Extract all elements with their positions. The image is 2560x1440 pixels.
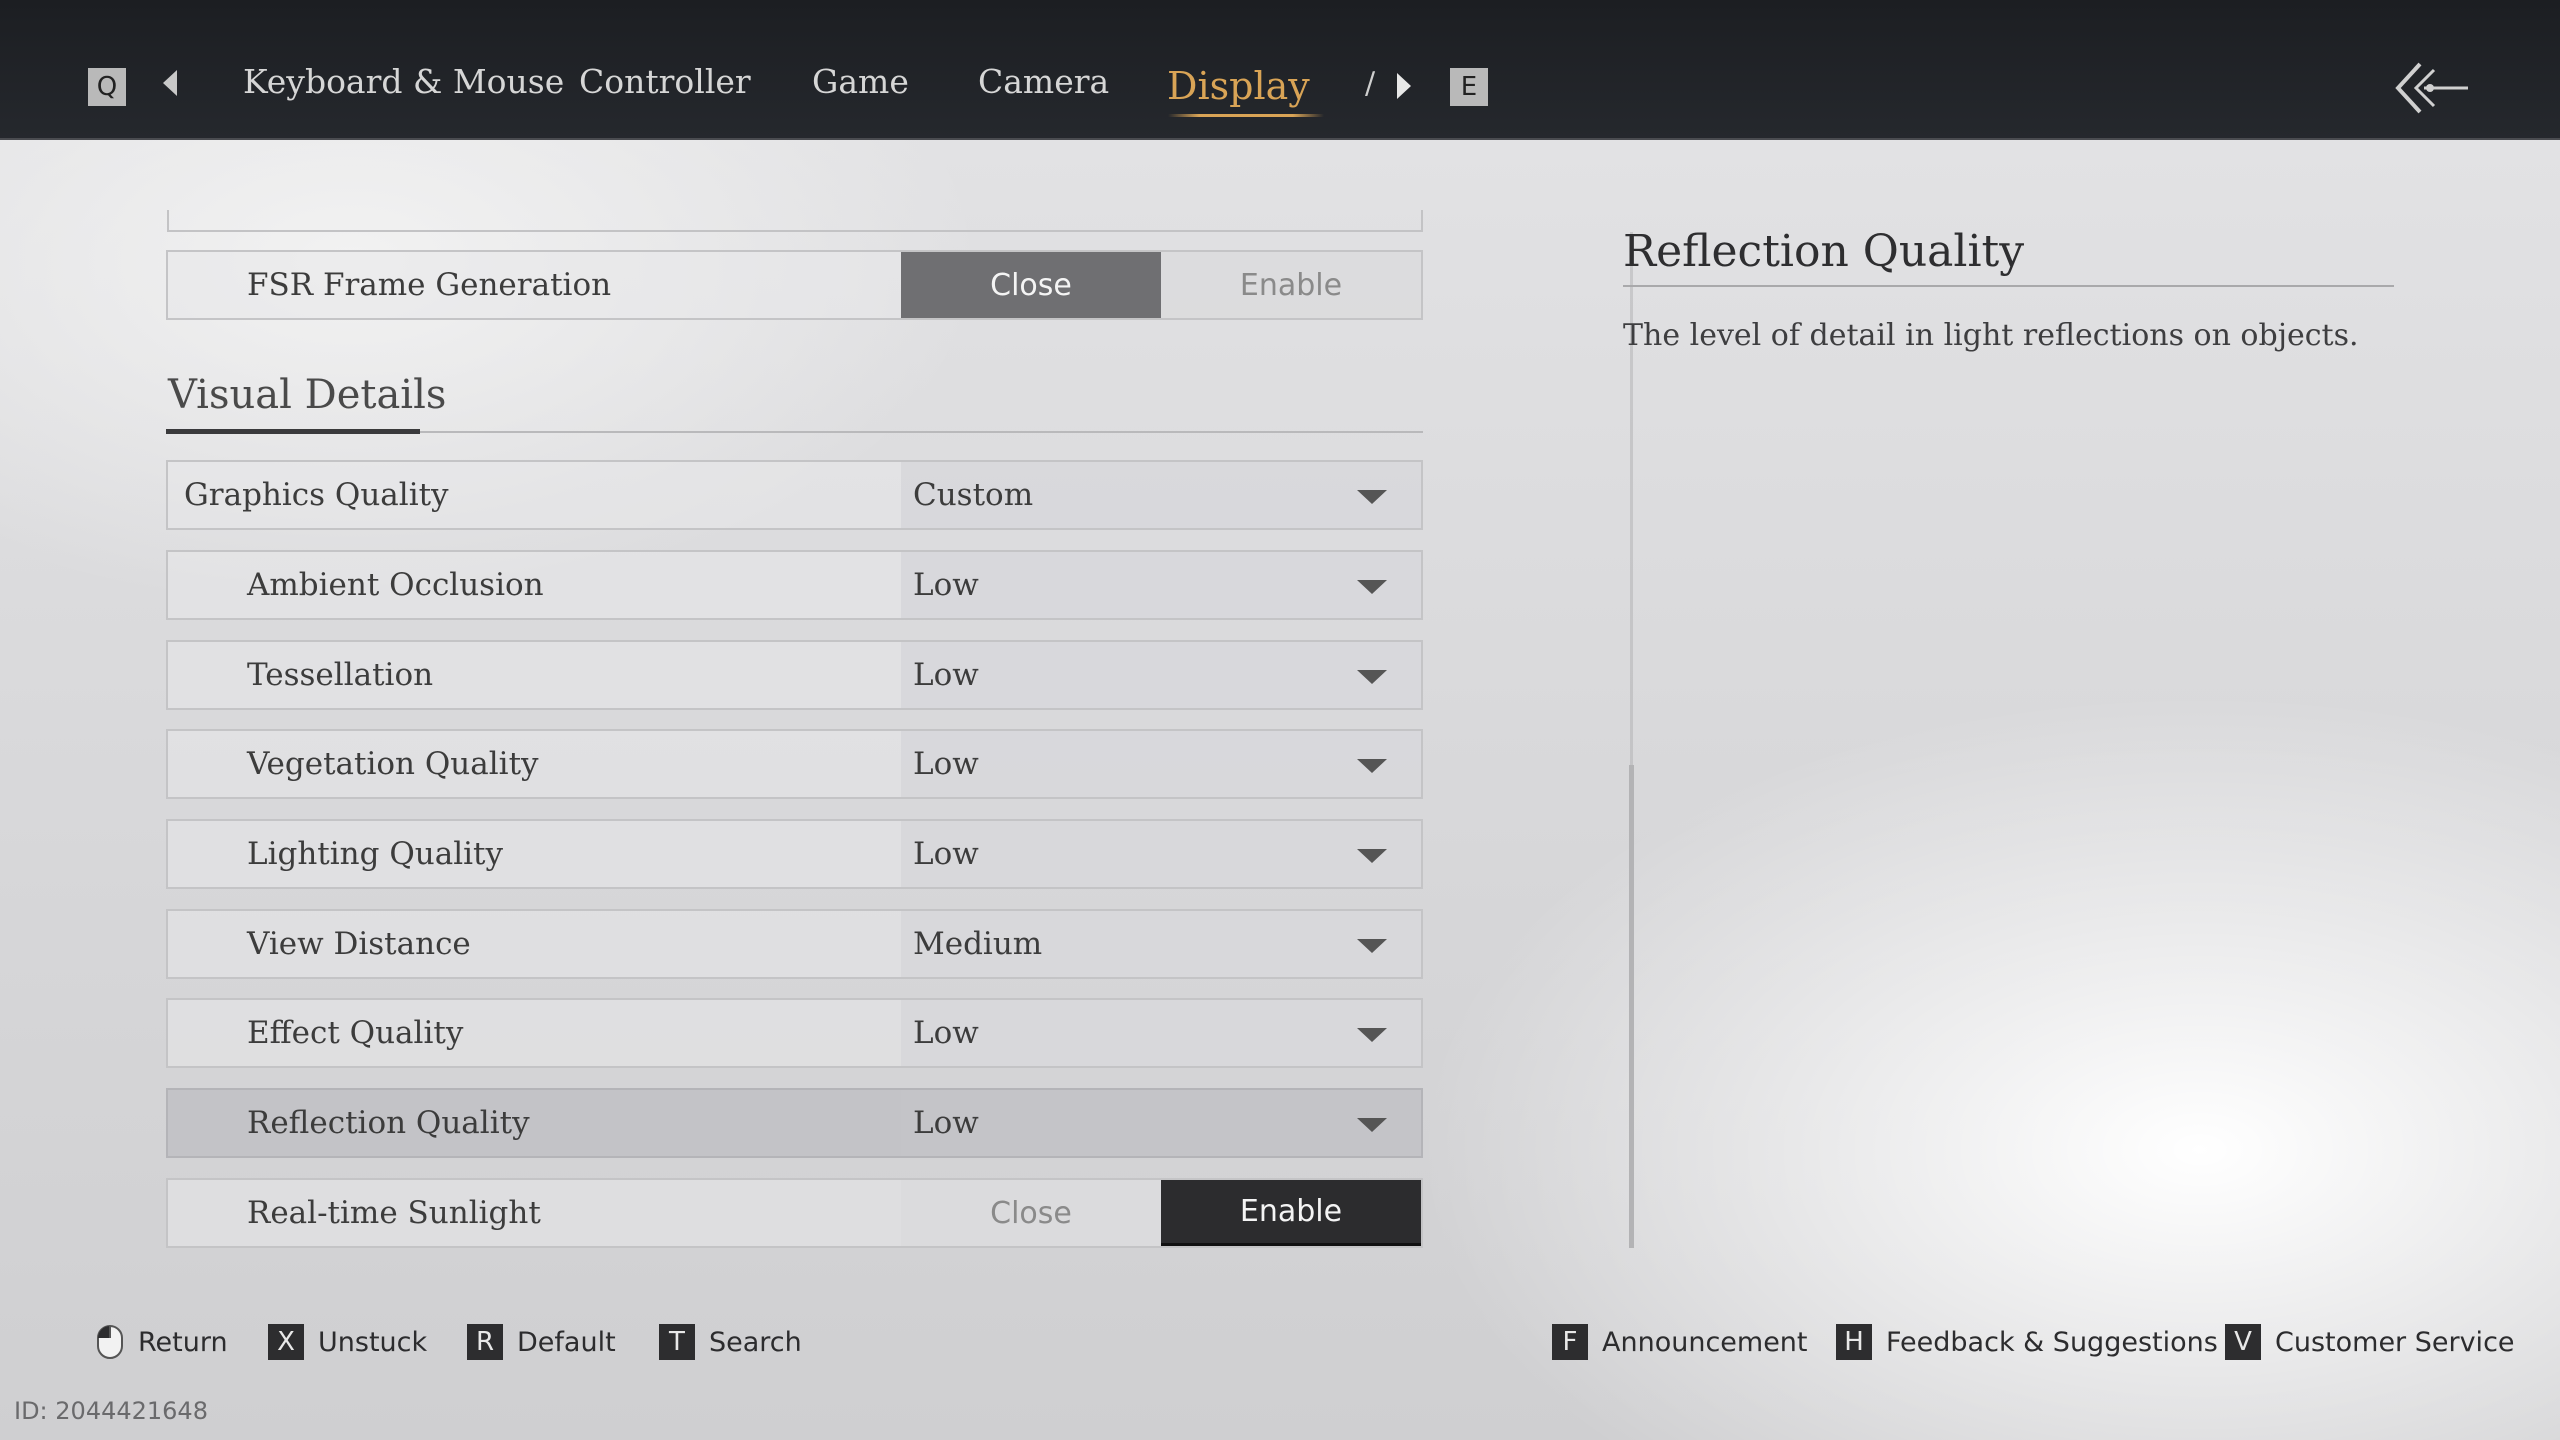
setting-row-tessellation[interactable]: Tessellation Low (166, 640, 1423, 710)
id-watermark: ID: 2044421648 (14, 1397, 208, 1425)
prev-tab-key[interactable]: Q (88, 68, 126, 106)
key-badge: V (2225, 1324, 2261, 1360)
setting-label: Real-time Sunlight (247, 1195, 541, 1231)
return-action[interactable]: Return (96, 1322, 228, 1362)
announcement-action[interactable]: F Announcement (1552, 1322, 1808, 1362)
dropdown-value: Low (913, 1015, 979, 1051)
top-navigation-bar: Q Keyboard & Mouse Controller Game Camer… (0, 0, 2560, 140)
unstuck-action[interactable]: X Unstuck (268, 1322, 427, 1362)
key-badge: F (1552, 1324, 1588, 1360)
setting-row-realtime-sunlight[interactable]: Real-time Sunlight Close Enable (166, 1178, 1423, 1248)
setting-label: Effect Quality (247, 1015, 464, 1051)
setting-row-vegetation-quality[interactable]: Vegetation Quality Low (166, 729, 1423, 799)
mouse-icon (97, 1325, 123, 1359)
tab-camera[interactable]: Camera (978, 62, 1109, 101)
next-tab-key[interactable]: E (1450, 68, 1488, 106)
footer-label: Feedback & Suggestions (1886, 1326, 2218, 1358)
chevron-down-icon (1357, 849, 1387, 863)
vegetation-quality-dropdown[interactable]: Low (901, 731, 1421, 797)
tessellation-dropdown[interactable]: Low (901, 642, 1421, 708)
previous-row-fragment (167, 210, 1423, 232)
key-badge: X (268, 1324, 304, 1360)
fsr-enable-option[interactable]: Enable (1161, 252, 1421, 318)
key-badge: T (659, 1324, 695, 1360)
ambient-occlusion-dropdown[interactable]: Low (901, 552, 1421, 618)
view-distance-dropdown[interactable]: Medium (901, 911, 1421, 977)
lighting-quality-dropdown[interactable]: Low (901, 821, 1421, 887)
settings-scrollbar-thumb[interactable] (1629, 765, 1634, 1248)
search-action[interactable]: T Search (659, 1322, 802, 1362)
chevron-down-icon (1357, 670, 1387, 684)
dropdown-value: Low (913, 746, 979, 782)
chevron-down-icon (1357, 1118, 1387, 1132)
prev-tab-arrow-icon[interactable] (163, 70, 177, 96)
sunlight-enable-option[interactable]: Enable (1161, 1180, 1421, 1246)
section-divider-accent (166, 429, 420, 434)
customer-service-action[interactable]: V Customer Service (2225, 1322, 2515, 1362)
sunlight-close-option[interactable]: Close (901, 1180, 1161, 1246)
setting-row-graphics-quality[interactable]: Graphics Quality Custom (166, 460, 1423, 530)
footer-label: Search (709, 1326, 802, 1358)
feedback-action[interactable]: H Feedback & Suggestions (1836, 1322, 2218, 1362)
chevron-down-icon (1357, 759, 1387, 773)
setting-row-fsr-frame-generation[interactable]: FSR Frame Generation Close Enable (166, 250, 1423, 320)
effect-quality-dropdown[interactable]: Low (901, 1000, 1421, 1066)
setting-label: Lighting Quality (247, 836, 504, 872)
dropdown-value: Low (913, 1105, 979, 1141)
key-badge: H (1836, 1324, 1872, 1360)
section-title: Visual Details (168, 372, 447, 418)
chevron-down-icon (1357, 1028, 1387, 1042)
footer-label: Unstuck (318, 1326, 428, 1358)
setting-label: Vegetation Quality (247, 746, 539, 782)
active-tab-underline (1168, 114, 1324, 117)
setting-row-effect-quality[interactable]: Effect Quality Low (166, 998, 1423, 1068)
chevron-down-icon (1357, 939, 1387, 953)
tab-display[interactable]: Display (1167, 64, 1310, 108)
description-text: The level of detail in light reflections… (1623, 318, 2359, 353)
description-title: Reflection Quality (1623, 226, 2025, 277)
reflection-quality-dropdown[interactable]: Low (901, 1090, 1421, 1156)
tab-keyboard-mouse[interactable]: Keyboard & Mouse (243, 62, 564, 101)
tab-game[interactable]: Game (812, 62, 909, 101)
footer-label: Return (138, 1326, 228, 1358)
setting-row-ambient-occlusion[interactable]: Ambient Occlusion Low (166, 550, 1423, 620)
footer-label: Default (517, 1326, 616, 1358)
dropdown-value: Medium (913, 926, 1043, 962)
footer-label: Customer Service (2275, 1326, 2515, 1358)
dropdown-value: Low (913, 657, 979, 693)
dropdown-value: Low (913, 567, 979, 603)
back-arrow-icon[interactable] (2390, 58, 2470, 118)
chevron-down-icon (1357, 580, 1387, 594)
chevron-down-icon (1357, 490, 1387, 504)
setting-label: Graphics Quality (184, 477, 449, 513)
footer-label: Announcement (1602, 1326, 1808, 1358)
default-action[interactable]: R Default (467, 1322, 616, 1362)
setting-label: View Distance (247, 926, 471, 962)
setting-label: Ambient Occlusion (247, 567, 544, 603)
setting-label: FSR Frame Generation (247, 267, 612, 303)
tab-overflow-fragment: / (1365, 66, 1376, 101)
graphics-quality-dropdown[interactable]: Custom (901, 462, 1421, 528)
setting-row-reflection-quality[interactable]: Reflection Quality Low (166, 1088, 1423, 1158)
key-badge: R (467, 1324, 503, 1360)
setting-label: Tessellation (247, 657, 434, 693)
dropdown-value: Low (913, 836, 979, 872)
setting-row-lighting-quality[interactable]: Lighting Quality Low (166, 819, 1423, 889)
setting-row-view-distance[interactable]: View Distance Medium (166, 909, 1423, 979)
tab-controller[interactable]: Controller (579, 62, 751, 101)
description-divider (1623, 285, 2394, 287)
dropdown-value: Custom (913, 477, 1034, 513)
fsr-close-option[interactable]: Close (901, 252, 1161, 318)
next-tab-arrow-icon[interactable] (1397, 73, 1411, 99)
setting-label: Reflection Quality (247, 1105, 530, 1141)
